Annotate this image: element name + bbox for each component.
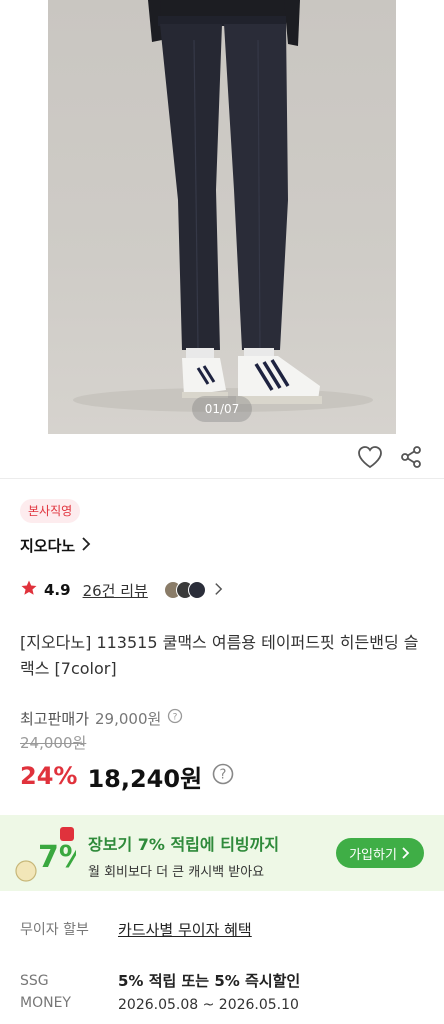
join-button[interactable]: 가입하기: [336, 838, 424, 868]
installment-benefit-link[interactable]: 카드사별 무이자 혜택: [118, 919, 252, 941]
original-price: 24,000원: [20, 734, 87, 752]
product-gallery[interactable]: 01/07: [0, 0, 444, 440]
promo-text: 장보기 7% 적립에 티빙까지 월 회비보다 더 큰 캐시백 받아요: [88, 831, 279, 880]
ssg-money-detail: 5% 적립 또는 5% 즉시할인 2026.05.08 ~ 2026.05.10: [118, 970, 300, 1016]
rating-value: 4.9: [44, 581, 71, 599]
ssg-money-period: 2026.05.08 ~ 2026.05.10: [118, 997, 299, 1013]
info-icon[interactable]: ?: [212, 763, 234, 789]
promo-logo-text: 7%: [38, 840, 76, 875]
max-price-label: 최고판매가: [20, 709, 90, 728]
product-action-row: [0, 436, 444, 478]
svg-text:?: ?: [173, 713, 178, 723]
review-count-link[interactable]: 26건 리뷰: [83, 580, 148, 601]
max-price-value: 29,000원: [95, 709, 162, 728]
promo-title: 장보기 7% 적립에 티빙까지: [88, 835, 280, 854]
price-block: 최고판매가 29,000원 ? 24,000원 24% 18,240원 ?: [20, 706, 430, 794]
product-image[interactable]: [48, 0, 396, 434]
share-icon[interactable]: [396, 442, 426, 472]
star-icon: [20, 579, 38, 601]
svg-text:?: ?: [220, 768, 227, 783]
sale-price: 18,240원: [87, 764, 203, 793]
chevron-right-icon[interactable]: [214, 581, 223, 600]
join-button-label: 가입하기: [349, 847, 397, 863]
ssg-money-benefit: 5% 적립 또는 5% 즉시할인: [118, 972, 301, 990]
ssg-money-label-line2: MONEY: [20, 995, 71, 1011]
heart-icon[interactable]: [355, 442, 385, 472]
max-price-row: 최고판매가 29,000원 ?: [20, 706, 430, 730]
ssg-money-row: SSG MONEY 5% 적립 또는 5% 즉시할인 2026.05.08 ~ …: [20, 970, 430, 1016]
ssg-money-label-line1: SSG: [20, 973, 49, 989]
section-divider: [0, 478, 444, 479]
brand-link[interactable]: 지오다노: [20, 535, 91, 556]
installment-label: 무이자 할부: [20, 922, 89, 938]
promo-subtitle: 월 회비보다 더 큰 캐시백 받아요: [88, 865, 265, 880]
brand-name: 지오다노: [20, 537, 76, 555]
official-store-badge: 본사직영: [20, 499, 81, 523]
ssg-money-label: SSG MONEY: [20, 970, 118, 1016]
membership-promo-banner[interactable]: 7% 장보기 7% 적립에 티빙까지 월 회비보다 더 큰 캐시백 받아요 가입…: [0, 815, 444, 891]
info-icon[interactable]: ?: [167, 708, 183, 728]
installment-row: 무이자 할부 카드사별 무이자 혜택: [20, 919, 430, 941]
chevron-right-icon: [81, 536, 91, 555]
rating-row: 4.9 26건 리뷰: [20, 578, 223, 602]
sale-price-row: 24% 18,240원 ?: [20, 758, 430, 794]
discount-rate: 24%: [20, 762, 78, 790]
product-photo-illustration: [73, 0, 373, 412]
gallery-page-indicator: 01/07: [192, 396, 252, 422]
review-thumbnail: [187, 581, 206, 599]
chevron-right-icon: [402, 847, 410, 859]
promo-logo-icon: 7%: [14, 823, 89, 883]
review-photo-thumbnails[interactable]: [163, 581, 206, 599]
product-title: [지오다노] 113515 쿨맥스 여름용 테이퍼드핏 히든밴딩 슬랙스 [7c…: [20, 633, 419, 678]
